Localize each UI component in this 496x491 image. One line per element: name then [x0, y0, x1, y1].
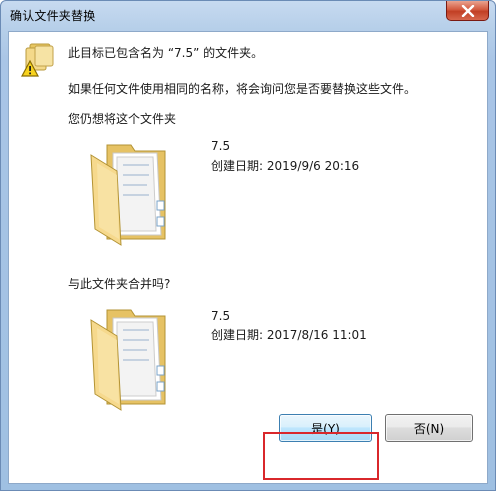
folder-warning-icon	[21, 43, 54, 77]
source-folder-icon	[90, 144, 166, 246]
message-line-1: 此目标已包含名为 “7.5” 的文件夹。	[68, 46, 264, 60]
no-button[interactable]: 否(N)	[385, 414, 473, 442]
close-button[interactable]	[446, 1, 489, 21]
target-folder-date: 创建日期: 2017/8/16 11:01	[211, 328, 367, 342]
close-icon	[461, 4, 474, 17]
target-folder-icon	[90, 309, 166, 411]
target-folder-name: 7.5	[211, 309, 231, 323]
message-line-2: 如果任何文件使用相同的名称，将会询问您是否要替换这些文件。	[68, 82, 417, 96]
message-line-3: 您仍想将这个文件夹	[68, 112, 177, 126]
dialog-title: 确认文件夹替换	[10, 9, 96, 23]
yes-button[interactable]: 是(Y)	[279, 414, 372, 442]
title-bar: 确认文件夹替换	[1, 1, 495, 31]
dialog-window: 确认文件夹替换 此目标已包含名为 “7.5” 的文件夹。 如果任何文件使用相同的…	[0, 0, 496, 491]
source-folder-date: 创建日期: 2019/9/6 20:16	[211, 159, 360, 173]
message-line-4: 与此文件夹合并吗?	[68, 277, 171, 291]
source-folder-name: 7.5	[211, 139, 231, 153]
